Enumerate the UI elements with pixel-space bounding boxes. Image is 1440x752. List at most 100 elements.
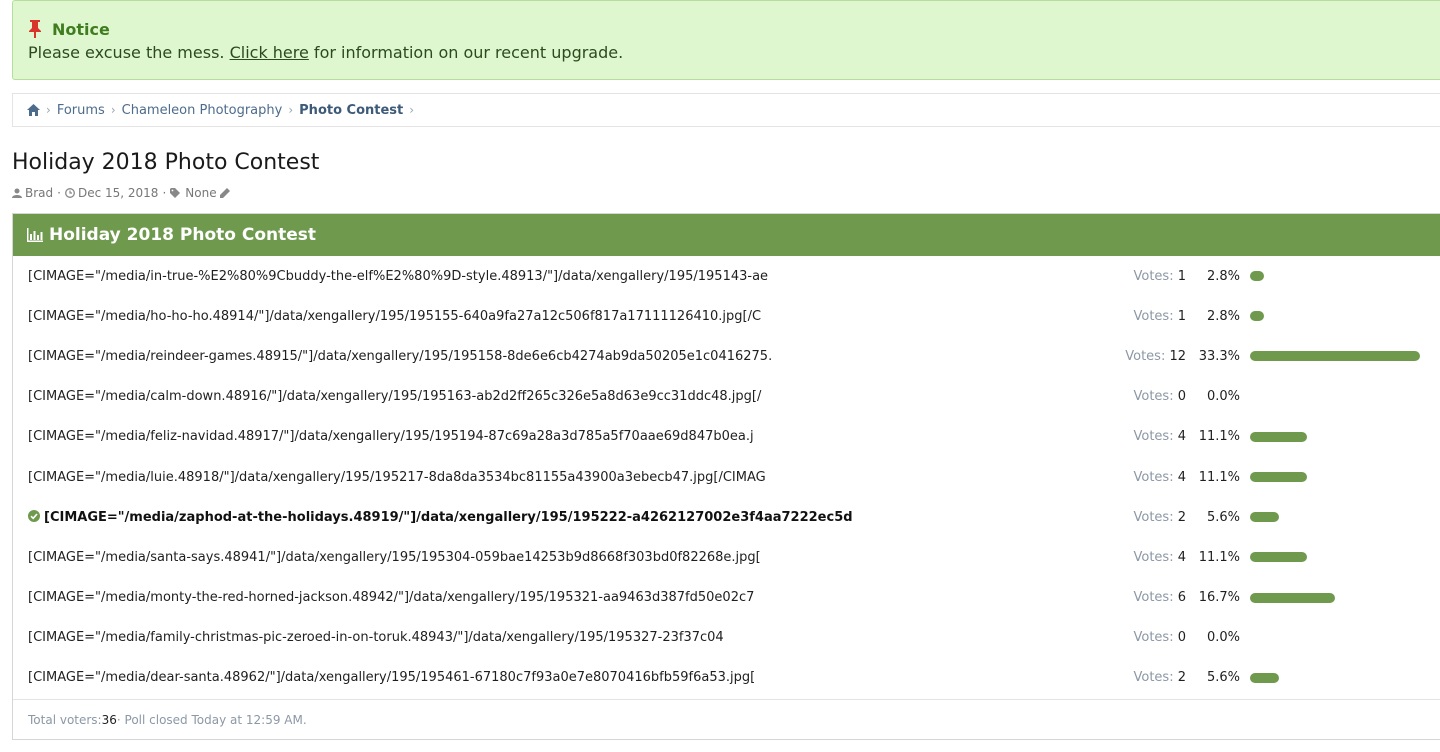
votes-count: 4 [1177,429,1186,445]
tags-icon [170,188,181,198]
pencil-icon[interactable] [219,188,230,198]
votes-count: 0 [1177,389,1186,405]
pushpin-icon [29,20,41,38]
poll-option-votes: Votes: 1 [1134,309,1187,324]
thread-tags: None [185,186,217,200]
votes-count: 0 [1177,630,1186,646]
poll-option-bar-track [1250,311,1440,322]
page: Notice Please excuse the mess. Click her… [0,0,1440,752]
poll-option-text: [CIMAGE="/media/luie.48918/"]/data/xenga… [28,469,766,485]
breadcrumb-forums[interactable]: Forums [57,103,105,118]
votes-label: Votes: [1133,549,1178,565]
poll-status: · Poll closed Today at 12:59 AM. [116,712,307,727]
poll-option-bar [1250,592,1335,603]
poll-option-bar-track [1250,633,1440,643]
poll-option-percent: 0.0% [1206,389,1240,405]
votes-count: 2 [1177,509,1186,525]
poll-option-percent: 5.6% [1206,670,1240,686]
poll-option-row: [CIMAGE="/media/dear-santa.48962/"]/data… [13,658,1440,698]
poll-options: [CIMAGE="/media/in-true-%E2%80%9Cbuddy-t… [13,256,1440,698]
meta-separator: · [162,186,167,200]
poll-option-row: [CIMAGE="/media/luie.48918/"]/data/xenga… [13,457,1440,497]
votes-count: 4 [1177,549,1186,565]
poll-option-bar-track [1250,552,1440,563]
votes-label: Votes: [1133,590,1178,606]
votes-count: 12 [1169,348,1186,364]
notice-text: Please excuse the mess. Click here for i… [28,43,1436,62]
poll-option-bar [1250,672,1279,683]
poll-option-label: [CIMAGE="/media/in-true-%E2%80%9Cbuddy-t… [28,269,1088,284]
poll-option-percent: 2.8% [1206,308,1240,324]
breadcrumb-chameleon-photography[interactable]: Chameleon Photography [122,103,283,118]
poll-option-text: [CIMAGE="/media/family-christmas-pic-zer… [28,630,724,646]
poll-option-votes: Votes: 1 [1134,269,1187,284]
votes-count: 6 [1177,590,1186,606]
poll-option-bar [1250,512,1279,523]
notice-banner: Notice Please excuse the mess. Click her… [12,0,1440,80]
poll-option-bar-track [1250,431,1440,442]
total-voters: 36 [101,712,117,727]
poll-option-label: [CIMAGE="/media/feliz-navidad.48917/"]/d… [28,429,1088,444]
poll-footer-label: Total voters: [28,712,102,727]
notice-title-row: Notice [28,19,1436,39]
page-title: Holiday 2018 Photo Contest [12,150,320,175]
breadcrumb-separator: › [110,103,116,117]
poll-option-label: [CIMAGE="/media/reindeer-games.48915/"]/… [28,349,1088,364]
poll-option-bar-track [1250,672,1440,683]
poll-option-row: [CIMAGE="/media/ho-ho-ho.48914/"]/data/x… [13,296,1440,336]
poll-option-votes: Votes: 0 [1134,389,1187,404]
poll-option-label: [CIMAGE="/media/family-christmas-pic-zer… [28,630,1088,645]
thread-date: Dec 15, 2018 [77,186,159,200]
poll-option-bar [1250,552,1307,563]
poll-option-text: [CIMAGE="/media/monty-the-red-horned-jac… [28,590,755,606]
poll-option-votes: Votes: 2 [1134,670,1187,685]
poll-block: Holiday 2018 Photo Contest [CIMAGE="/med… [12,213,1440,740]
breadcrumb-photo-contest[interactable]: Photo Contest [299,103,403,118]
notice-text-after: for information on our recent upgrade. [308,43,624,62]
poll-option-bar-track [1250,592,1440,603]
votes-label: Votes: [1133,389,1178,405]
votes-label: Votes: [1133,429,1178,445]
thread-meta: Brad · Dec 15, 2018 · None [12,186,233,200]
poll-option-votes: Votes: 2 [1134,510,1187,525]
votes-label: Votes: [1133,469,1178,485]
user-icon [12,188,22,198]
poll-option-bar [1250,472,1307,483]
poll-option-text: [CIMAGE="/media/zaphod-at-the-holidays.4… [44,509,853,525]
poll-option-bar-track [1250,271,1440,282]
poll-option-label: [CIMAGE="/media/ho-ho-ho.48914/"]/data/x… [28,309,1088,324]
notice-title: Notice [52,19,110,39]
breadcrumb: › Forums › Chameleon Photography › Photo… [12,93,1440,127]
poll-option-row: [CIMAGE="/media/in-true-%E2%80%9Cbuddy-t… [13,256,1440,296]
thread-author[interactable]: Brad [25,186,53,200]
poll-option-percent: 2.8% [1206,268,1240,284]
poll-option-percent: 5.6% [1206,509,1240,525]
poll-option-text: [CIMAGE="/media/ho-ho-ho.48914/"]/data/x… [28,308,762,324]
bar-chart-icon [27,228,43,242]
poll-option-text: [CIMAGE="/media/santa-says.48941/"]/data… [28,549,761,565]
poll-footer: Total voters: 36 · Poll closed Today at … [13,699,1440,739]
poll-option-votes: Votes: 6 [1134,590,1187,605]
poll-option-percent: 11.1% [1198,549,1240,565]
poll-option-text: [CIMAGE="/media/calm-down.48916/"]/data/… [28,389,762,405]
poll-option-votes: Votes: 0 [1134,630,1187,645]
votes-count: 4 [1177,469,1186,485]
votes-label: Votes: [1133,630,1178,646]
breadcrumb-separator: › [46,103,51,117]
votes-label: Votes: [1125,348,1170,364]
poll-option-votes: Votes: 4 [1134,550,1187,565]
poll-option-row: [CIMAGE="/media/family-christmas-pic-zer… [13,618,1440,658]
poll-option-bar-track [1250,472,1440,483]
check-circle-icon [28,509,40,522]
poll-option-row: [CIMAGE="/media/feliz-navidad.48917/"]/d… [13,417,1440,457]
notice-link[interactable]: Click here [230,43,309,62]
poll-option-percent: 0.0% [1206,630,1240,646]
clock-icon [65,188,75,198]
votes-label: Votes: [1133,308,1178,324]
poll-option-bar-track [1250,351,1440,362]
poll-option-row: [CIMAGE="/media/zaphod-at-the-holidays.4… [13,497,1440,537]
poll-option-label: [CIMAGE="/media/monty-the-red-horned-jac… [28,590,1088,605]
poll-option-row: [CIMAGE="/media/monty-the-red-horned-jac… [13,578,1440,618]
home-icon[interactable] [27,104,40,116]
poll-option-percent: 16.7% [1198,590,1240,606]
